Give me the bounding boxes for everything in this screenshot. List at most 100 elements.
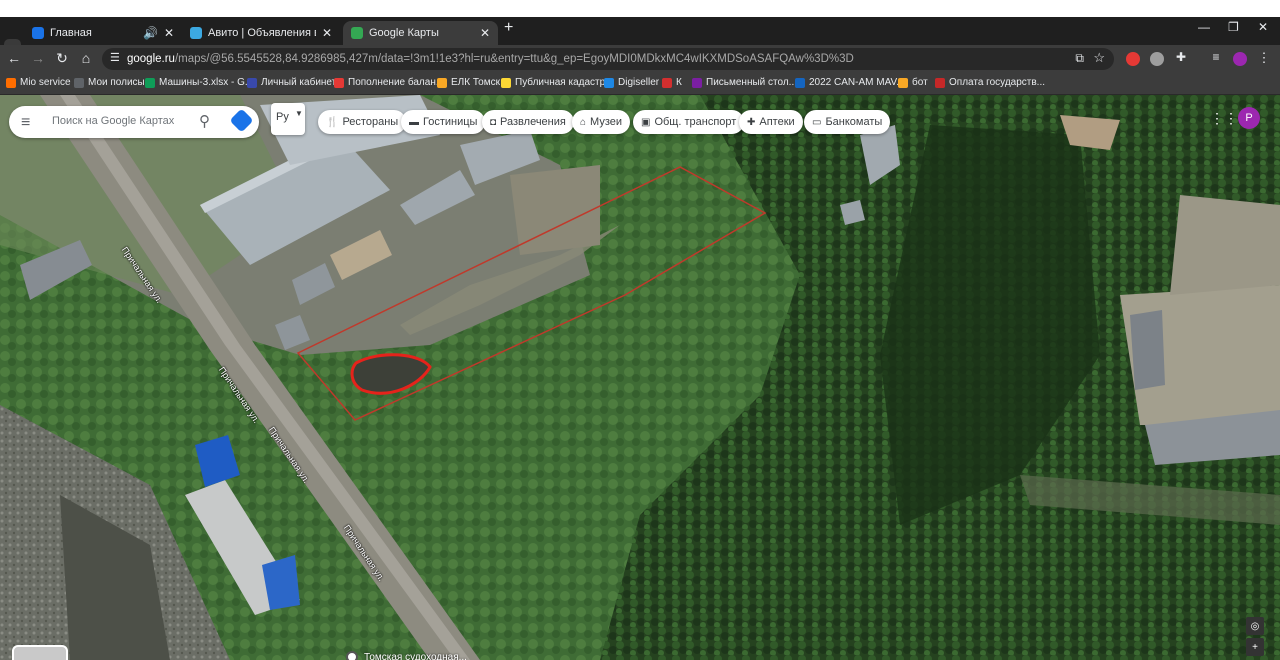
avatar[interactable]: P bbox=[1238, 107, 1260, 129]
profile-icon[interactable] bbox=[1233, 52, 1247, 66]
reload-icon[interactable]: ↻ bbox=[53, 50, 71, 67]
chip-hotels[interactable]: ▬ Гостиницы bbox=[401, 110, 486, 134]
bookmark-icon bbox=[6, 77, 16, 88]
url-host: google.ru bbox=[127, 53, 175, 65]
close-icon[interactable]: ✕ bbox=[322, 26, 332, 40]
bookmark-icon bbox=[795, 77, 805, 88]
bookmark-item[interactable]: Публичная кадастр... bbox=[501, 77, 614, 88]
directions-icon[interactable] bbox=[229, 108, 254, 133]
atm-icon: ▭ bbox=[812, 116, 822, 128]
bookmark-icon bbox=[662, 77, 672, 88]
bookmark-item[interactable]: Письменный стол... bbox=[692, 77, 797, 88]
bookmark-icon bbox=[898, 77, 908, 88]
museum-icon: ⌂ bbox=[580, 116, 587, 128]
google-maps-icon bbox=[351, 27, 363, 39]
chip-restaurants[interactable]: 🍴 Рестораны bbox=[318, 110, 407, 134]
bookmark-item[interactable]: К bbox=[662, 77, 682, 88]
chip-atm[interactable]: ▭ Банкоматы bbox=[804, 110, 891, 134]
chip-label: Рестораны bbox=[342, 116, 399, 128]
my-location-icon[interactable]: ◎ bbox=[1246, 617, 1264, 635]
bookmark-label: Digiseller bbox=[618, 77, 660, 88]
bookmark-label: К bbox=[676, 77, 682, 88]
bus-icon: ▣ bbox=[641, 116, 651, 128]
chevron-down-icon: ▼ bbox=[295, 109, 303, 118]
chip-label: Банкоматы bbox=[825, 116, 883, 128]
bookmark-star-icon[interactable]: ☆ bbox=[1093, 50, 1105, 66]
search-input[interactable]: Поиск на Google Картах bbox=[52, 115, 174, 127]
forward-icon[interactable]: → bbox=[29, 50, 47, 66]
bookmark-icon bbox=[145, 77, 155, 88]
chip-pharmacies[interactable]: ✚ Аптеки bbox=[739, 110, 803, 134]
extension-icon[interactable] bbox=[1126, 52, 1140, 66]
chip-label: Музеи bbox=[590, 116, 623, 128]
bookmark-item[interactable]: Digiseller bbox=[604, 77, 659, 88]
bookmark-item[interactable]: ЕЛК Томск bbox=[437, 77, 500, 88]
url-path: /maps/@56.5545528,84.9286985,427m/data=!… bbox=[174, 53, 854, 65]
close-icon[interactable]: ✕ bbox=[480, 26, 490, 40]
new-tab-button[interactable]: + bbox=[504, 19, 513, 37]
tab-avito[interactable]: Авито | Объявления в Томске ✕ bbox=[182, 21, 340, 45]
tab-bar: ⌄ Главная 🔊 ✕ Авито | Объявления в Томск… bbox=[0, 17, 1280, 56]
zoom-in-button[interactable]: + bbox=[1246, 638, 1264, 656]
chip-label: Аптеки bbox=[759, 116, 795, 128]
media-control-icon[interactable]: ≡ bbox=[1207, 50, 1225, 64]
bookmark-item[interactable]: Мои полисы bbox=[74, 77, 145, 88]
bookmark-icon bbox=[692, 77, 702, 88]
browser-menu-icon[interactable]: ⋮ bbox=[1255, 50, 1273, 66]
bookmark-item[interactable]: Mio service bbox=[6, 77, 71, 88]
menu-icon[interactable]: ≡ bbox=[21, 114, 30, 132]
bookmark-icon bbox=[437, 77, 447, 88]
home-icon[interactable]: ⌂ bbox=[77, 50, 95, 66]
bookmark-label: Письменный стол... bbox=[706, 77, 797, 88]
avito-icon bbox=[190, 27, 202, 39]
chip-museums[interactable]: ⌂ Музеи bbox=[572, 110, 631, 134]
bookmark-icon bbox=[334, 77, 344, 88]
extension-icon[interactable] bbox=[1150, 52, 1164, 66]
tab-title: Google Карты bbox=[369, 27, 439, 39]
layers-thumbnail[interactable] bbox=[12, 645, 68, 660]
chip-label: Развлечения bbox=[500, 116, 566, 128]
site-info-icon[interactable]: ☰ bbox=[110, 51, 120, 64]
tab-title: Авито | Объявления в Томске bbox=[208, 27, 316, 39]
bookmark-label: Личный кабинет bbox=[261, 77, 337, 88]
restore-icon[interactable]: ❐ bbox=[1228, 20, 1239, 34]
bookmark-label: бот bbox=[912, 77, 928, 88]
tab-youtube[interactable]: Главная 🔊 ✕ bbox=[24, 21, 182, 45]
bookmark-label: Мои полисы bbox=[88, 77, 145, 88]
layer-switcher[interactable]: Ру ▼ bbox=[271, 103, 305, 135]
search-box[interactable]: ≡ Поиск на Google Картах ⚲ bbox=[9, 106, 259, 138]
chip-transit[interactable]: ▣ Общ. транспорт bbox=[633, 110, 745, 134]
speaker-icon[interactable]: 🔊 bbox=[143, 26, 158, 40]
chip-label: Гостиницы bbox=[423, 116, 478, 128]
bookmark-label: Mio service bbox=[20, 77, 71, 88]
bookmark-item[interactable]: Пополнение балан... bbox=[334, 77, 444, 88]
bookmark-label: ЕЛК Томск bbox=[451, 77, 500, 88]
poi-marker[interactable]: Томская судоходная... bbox=[346, 651, 467, 660]
back-icon[interactable]: ← bbox=[5, 50, 23, 66]
tab-google-maps[interactable]: Google Карты ✕ bbox=[343, 21, 498, 45]
bookmark-item[interactable]: 2022 CAN-AM MAV... bbox=[795, 77, 905, 88]
satellite-imagery bbox=[0, 95, 1280, 660]
minimize-icon[interactable]: — bbox=[1198, 20, 1210, 34]
bookmarks-bar: Mio service Мои полисы Машины-3.xlsx - G… bbox=[0, 74, 1280, 95]
poi-label: Томская судоходная... bbox=[364, 651, 467, 660]
bookmark-item[interactable]: бот bbox=[898, 77, 928, 88]
address-bar[interactable]: ☰ google.ru /maps/@56.5545528,84.9286985… bbox=[102, 48, 1114, 70]
pharmacy-icon: ✚ bbox=[747, 116, 756, 128]
window-top-strip bbox=[0, 0, 1280, 17]
camera-icon: ◘ bbox=[490, 116, 497, 128]
bookmark-item[interactable]: Личный кабинет bbox=[247, 77, 336, 88]
extensions-puzzle-icon[interactable]: ✚ bbox=[1172, 50, 1190, 64]
bookmark-icon bbox=[74, 77, 84, 88]
bookmark-item[interactable]: Машины-3.xlsx - G... bbox=[145, 77, 253, 88]
search-icon[interactable]: ⚲ bbox=[199, 112, 210, 130]
close-icon[interactable]: ✕ bbox=[164, 26, 174, 40]
window-close-icon[interactable]: ✕ bbox=[1258, 20, 1268, 34]
satellite-map[interactable]: Причальная ул. Причальная ул. Причальная… bbox=[0, 95, 1280, 660]
chip-entertainment[interactable]: ◘ Развлечения bbox=[482, 110, 574, 134]
bookmark-item[interactable]: Оплата государств... bbox=[935, 77, 1045, 88]
install-app-icon[interactable]: ⧉ bbox=[1075, 51, 1084, 66]
bookmark-label: Публичная кадастр... bbox=[515, 77, 614, 88]
fork-knife-icon: 🍴 bbox=[326, 116, 339, 128]
bookmark-icon bbox=[501, 77, 511, 88]
